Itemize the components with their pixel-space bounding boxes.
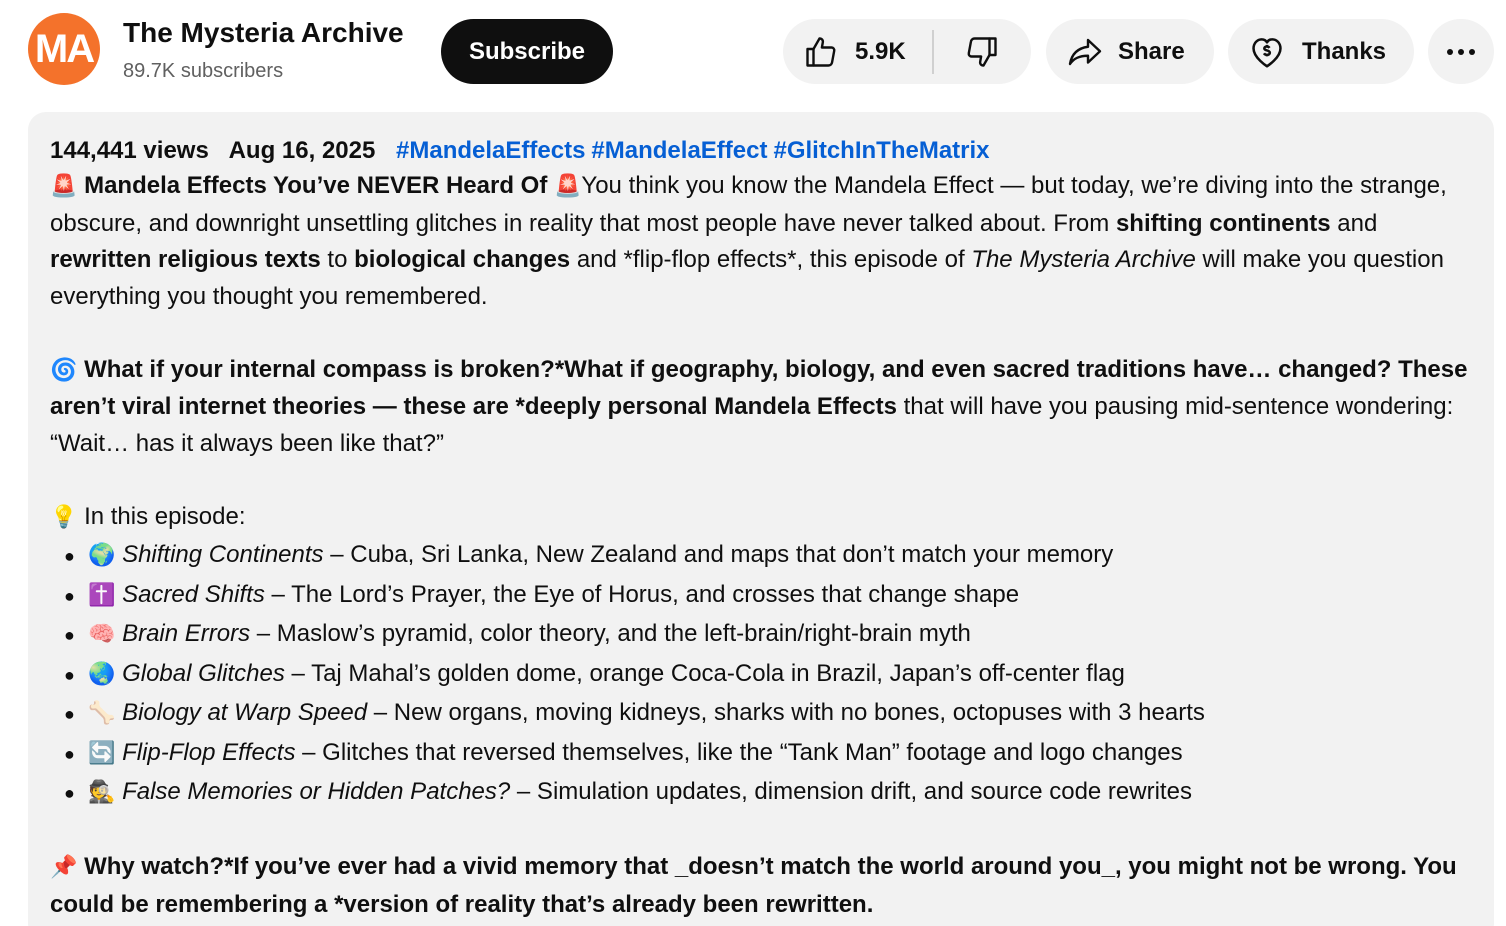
bullet-icon: ●	[64, 585, 75, 606]
hashtag-link[interactable]: #GlitchInTheMatrix	[773, 137, 989, 164]
siren-icon: 🚨	[554, 174, 582, 199]
list-item-text: – Simulation updates, dimension drift, a…	[510, 778, 1192, 805]
avatar-text: MA	[34, 26, 95, 71]
thumbs-up-icon	[806, 36, 836, 67]
dislike-button[interactable]	[934, 19, 1031, 84]
video-meta: 144,441 views Aug 16, 2025 #MandelaEffec…	[50, 136, 1472, 166]
siren-icon: 🚨	[50, 174, 78, 199]
list-item: ● 🕵️ False Memories or Hidden Patches? – …	[64, 773, 1472, 813]
hashtag-link[interactable]: #MandelaEffects	[396, 137, 585, 164]
description-italic: The Mysteria Archive	[971, 246, 1196, 273]
description-text: to	[320, 246, 355, 273]
list-item: ● 🔄 Flip-Flop Effects – Glitches that rev…	[64, 734, 1472, 774]
channel-avatar[interactable]: MA	[28, 13, 100, 85]
subscribe-button[interactable]: Subscribe	[441, 19, 613, 84]
more-actions-button[interactable]	[1428, 19, 1494, 84]
description-bold: rewritten religious texts	[50, 246, 321, 273]
list-item-title: Biology at Warp Speed	[122, 699, 368, 726]
share-button[interactable]: Share	[1046, 19, 1214, 84]
description-bold: shifting continents	[1115, 209, 1331, 237]
thanks-button[interactable]: Thanks	[1228, 19, 1414, 84]
bullet-icon: ●	[64, 664, 75, 685]
globe-europe-icon: 🌍	[88, 543, 116, 568]
description-paragraph-2: 🌀 What if your internal compass is broke…	[50, 352, 1472, 463]
bullet-icon: ●	[64, 743, 75, 764]
episode-intro-text: In this episode:	[84, 502, 246, 530]
subscriber-count: 89.7K subscribers	[123, 60, 284, 82]
list-item: ● ✝️ Sacred Shifts – The Lord’s Prayer, t…	[64, 576, 1472, 616]
list-item-title: Global Glitches	[122, 659, 285, 687]
list-item-text: – Glitches that reversed themselves, lik…	[295, 738, 1183, 766]
description-paragraph-1: 🚨 Mandela Effects You’ve NEVER Heard Of …	[50, 168, 1472, 315]
list-item-text: – The Lord’s Prayer, the Eye of Horus, a…	[264, 580, 1020, 608]
refresh-icon: 🔄	[88, 740, 116, 766]
thumbs-down-icon	[967, 36, 998, 67]
description-bold: biological changes	[354, 246, 571, 273]
globe-asia-icon: 🌏	[88, 661, 116, 687]
bullet-icon: ●	[64, 546, 75, 566]
cyclone-icon: 🌀	[50, 357, 78, 383]
list-item-title: Sacred Shifts	[122, 580, 265, 608]
bone-icon: 🦴	[88, 701, 116, 726]
list-item: ● 🌍 Shifting Continents – Cuba, Sri Lanka…	[64, 536, 1472, 576]
description-text: and	[1330, 209, 1378, 237]
channel-name[interactable]: The Mysteria Archive	[123, 17, 404, 49]
description-panel[interactable]: 144,441 views Aug 16, 2025 #MandelaEffec…	[28, 112, 1494, 926]
description-text: and *flip-flop effects*, this episode of	[570, 246, 972, 273]
list-item-text: – Cuba, Sri Lanka, New Zealand and maps …	[323, 541, 1114, 568]
list-item-title: Flip-Flop Effects	[122, 738, 296, 766]
description-bold: Why watch?*If you’ve ever had a vivid me…	[50, 853, 1457, 918]
lightbulb-icon: 💡	[50, 504, 78, 530]
bullet-icon: ●	[64, 704, 75, 724]
list-item-text: – Taj Mahal’s golden dome, orange Coca-C…	[284, 659, 1125, 687]
hashtag-link[interactable]: #MandelaEffect	[591, 137, 767, 164]
like-dislike-group: 5.9K	[783, 19, 1031, 84]
detective-icon: 🕵️	[88, 780, 116, 805]
description-paragraph-3: 📌 Why watch?*If you’ve ever had a vivid …	[50, 849, 1472, 923]
description-headline: Mandela Effects You’ve NEVER Heard Of	[84, 172, 548, 199]
list-item: ● 🌏 Global Glitches – Taj Mahal’s golden …	[64, 655, 1472, 695]
view-count: 144,441 views	[50, 137, 209, 164]
episode-intro: 💡 In this episode:	[50, 499, 1472, 537]
list-item-title: False Memories or Hidden Patches?	[122, 778, 511, 805]
like-count: 5.9K	[855, 37, 906, 65]
share-icon	[1068, 38, 1102, 65]
share-label: Share	[1118, 37, 1185, 65]
bullet-icon: ●	[64, 625, 75, 645]
heart-dollar-icon	[1252, 37, 1282, 68]
list-item-text: – Maslow’s pyramid, color theory, and th…	[250, 620, 971, 647]
more-horizontal-icon	[1447, 48, 1475, 55]
cross-icon: ✝️	[88, 582, 116, 608]
pushpin-icon: 📌	[50, 855, 78, 880]
thanks-label: Thanks	[1302, 37, 1387, 65]
list-item-title: Shifting Continents	[122, 541, 324, 568]
list-item-text: – New organs, moving kidneys, sharks wit…	[367, 699, 1205, 726]
list-item: ● 🦴 Biology at Warp Speed – New organs, m…	[64, 694, 1472, 734]
bullet-icon: ●	[64, 783, 75, 803]
like-button[interactable]: 5.9K	[783, 19, 932, 84]
list-item-title: Brain Errors	[122, 620, 251, 647]
episode-list: ● 🌍 Shifting Continents – Cuba, Sri Lanka…	[64, 536, 1472, 813]
upload-date: Aug 16, 2025	[228, 137, 376, 164]
brain-icon: 🧠	[88, 622, 116, 647]
list-item: ● 🧠 Brain Errors – Maslow’s pyramid, colo…	[64, 615, 1472, 655]
